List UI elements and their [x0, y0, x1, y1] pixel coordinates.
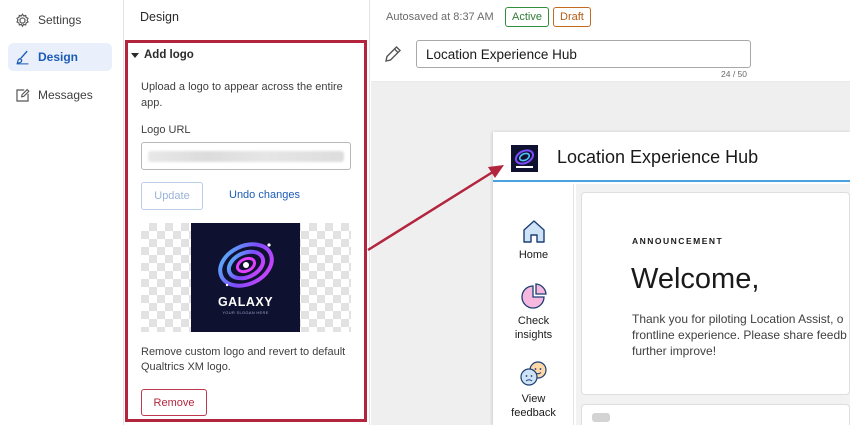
- logo-url-value-blurred: [148, 151, 344, 162]
- preview-title: Location Experience Hub: [557, 147, 759, 167]
- nav-label-messages: Messages: [38, 88, 93, 102]
- galaxy-mini-icon: [514, 149, 535, 168]
- logo-preview: GALAXY YOUR SLOGAN HERE: [141, 223, 351, 332]
- preview-nav-view-feedback[interactable]: View feedback: [493, 360, 574, 420]
- body-line: further improve!: [632, 344, 717, 358]
- pie-chart-icon: [520, 283, 547, 309]
- logo-name-text: GALAXY: [217, 295, 274, 309]
- logo-url-input[interactable]: [141, 142, 351, 170]
- add-logo-section-toggle[interactable]: Add logo: [131, 49, 194, 61]
- update-button[interactable]: Update: [141, 182, 203, 210]
- announcement-label: ANNOUNCEMENT: [632, 236, 724, 246]
- brush-icon: [16, 50, 29, 64]
- remove-button[interactable]: Remove: [141, 389, 207, 416]
- project-name-input[interactable]: Location Experience Hub: [416, 40, 751, 68]
- add-logo-description: Upload a logo to appear across the entir…: [141, 81, 343, 109]
- welcome-heading: Welcome,: [631, 263, 760, 295]
- logo-tagline-text: YOUR SLOGAN HERE: [222, 310, 269, 315]
- announcement-body: Thank you for piloting Location Assist, …: [632, 311, 850, 359]
- char-count: 24 / 50: [721, 69, 747, 79]
- section-title: Add logo: [144, 49, 194, 61]
- galaxy-swirl-icon: [218, 242, 274, 288]
- remove-logo-description: Remove custom logo and revert to default…: [141, 346, 346, 373]
- pencil-icon[interactable]: [383, 44, 403, 64]
- body-line: Thank you for piloting Location Assist, …: [632, 312, 844, 326]
- preview-nav-label-feedback: View feedback: [511, 393, 556, 419]
- nav-item-messages[interactable]: Messages: [8, 81, 112, 109]
- left-nav: Settings Design Messages: [0, 0, 124, 425]
- card-placeholder: [592, 413, 610, 422]
- caret-down-icon: [131, 52, 139, 58]
- home-icon: [522, 220, 545, 243]
- preview-logo: [511, 145, 538, 172]
- feedback-faces-icon: [519, 361, 547, 386]
- nav-label-design: Design: [38, 50, 79, 64]
- status-badge-draft: Draft: [553, 7, 591, 27]
- nav-item-settings[interactable]: Settings: [8, 6, 112, 34]
- autosave-status: Autosaved at 8:37 AM: [386, 11, 494, 23]
- logo-url-label: Logo URL: [141, 124, 191, 136]
- nav-label-settings: Settings: [38, 13, 82, 27]
- preview-nav-label-home: Home: [518, 249, 549, 261]
- preview-nav-home[interactable]: Home: [493, 218, 574, 262]
- galaxy-logo: GALAXY YOUR SLOGAN HERE: [191, 223, 300, 332]
- gear-icon: [16, 12, 29, 27]
- edit-message-icon: [16, 88, 30, 102]
- next-card: [581, 404, 850, 425]
- preview-nav-check-insights[interactable]: Check insights: [493, 282, 574, 342]
- nav-item-design[interactable]: Design: [8, 43, 112, 71]
- preview-nav-label-insights: Check insights: [514, 315, 553, 341]
- panel-title: Design: [140, 10, 179, 24]
- status-badge-active: Active: [505, 7, 549, 27]
- project-name-value: Location Experience Hub: [426, 46, 577, 62]
- undo-changes-link[interactable]: Undo changes: [229, 189, 300, 201]
- body-line: frontline experience. Please share feedb: [632, 328, 847, 342]
